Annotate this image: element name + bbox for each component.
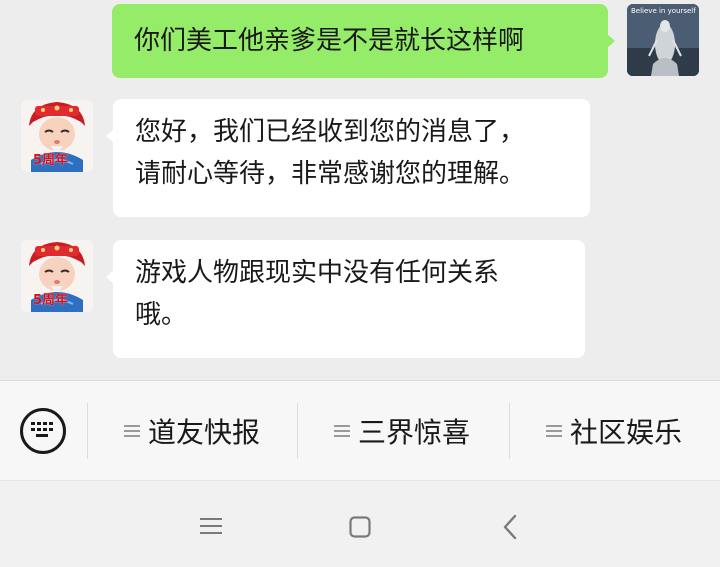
bot-avatar[interactable]: 5周年 [21,240,93,312]
menu-item-label: 社区娱乐 [570,416,683,449]
avatar-caption: Believe in yourself [631,7,696,15]
keyboard-toggle-button[interactable] [20,408,66,454]
menu-divider [509,403,510,459]
menu-item-daoyou-news[interactable]: 道友快报 [124,411,260,451]
anniversary-badge: 5周年 [33,293,69,308]
bot-message-bubble[interactable]: 游戏人物跟现实中没有任何关系 哦。 [106,240,585,358]
back-icon[interactable] [502,514,518,540]
message-line: 请耐心等待，非常感谢您的理解。 [135,159,526,189]
menu-item-sanjie-surprise[interactable]: 三界惊喜 [334,411,470,451]
message-line: 您好，我们已经收到您的消息了， [135,117,526,147]
user-message-bubble[interactable]: 你们美工他亲爹是不是就长这样啊 [112,4,615,78]
anniversary-badge: 5周年 [33,153,69,168]
keyboard-icon [31,422,53,437]
bot-avatar[interactable]: 5周年 [21,100,93,172]
bot-message-bubble[interactable]: 您好，我们已经收到您的消息了， 请耐心等待，非常感谢您的理解。 [106,99,590,217]
user-avatar[interactable]: Believe in yourself [627,4,699,76]
menu-lines-icon [124,425,140,437]
menu-icon[interactable] [200,517,222,535]
menu-item-community-fun[interactable]: 社区娱乐 [546,411,682,451]
message-text: 你们美工他亲爹是不是就长这样啊 [134,26,525,56]
menu-divider [297,403,298,459]
account-menu-bar: 道友快报 三界惊喜 社区娱乐 [0,380,720,480]
message-line: 哦。 [135,300,188,330]
menu-item-label: 道友快报 [148,416,261,449]
menu-item-label: 三界惊喜 [358,416,471,449]
message-line: 游戏人物跟现实中没有任何关系 [135,258,500,288]
chat-area[interactable]: 你们美工他亲爹是不是就长这样啊 Believe in yourself 5周年 … [0,0,720,380]
menu-divider [87,403,88,459]
menu-lines-icon [334,425,350,437]
system-navigation-bar [0,480,720,567]
home-icon[interactable] [349,516,371,538]
menu-lines-icon [546,425,562,437]
